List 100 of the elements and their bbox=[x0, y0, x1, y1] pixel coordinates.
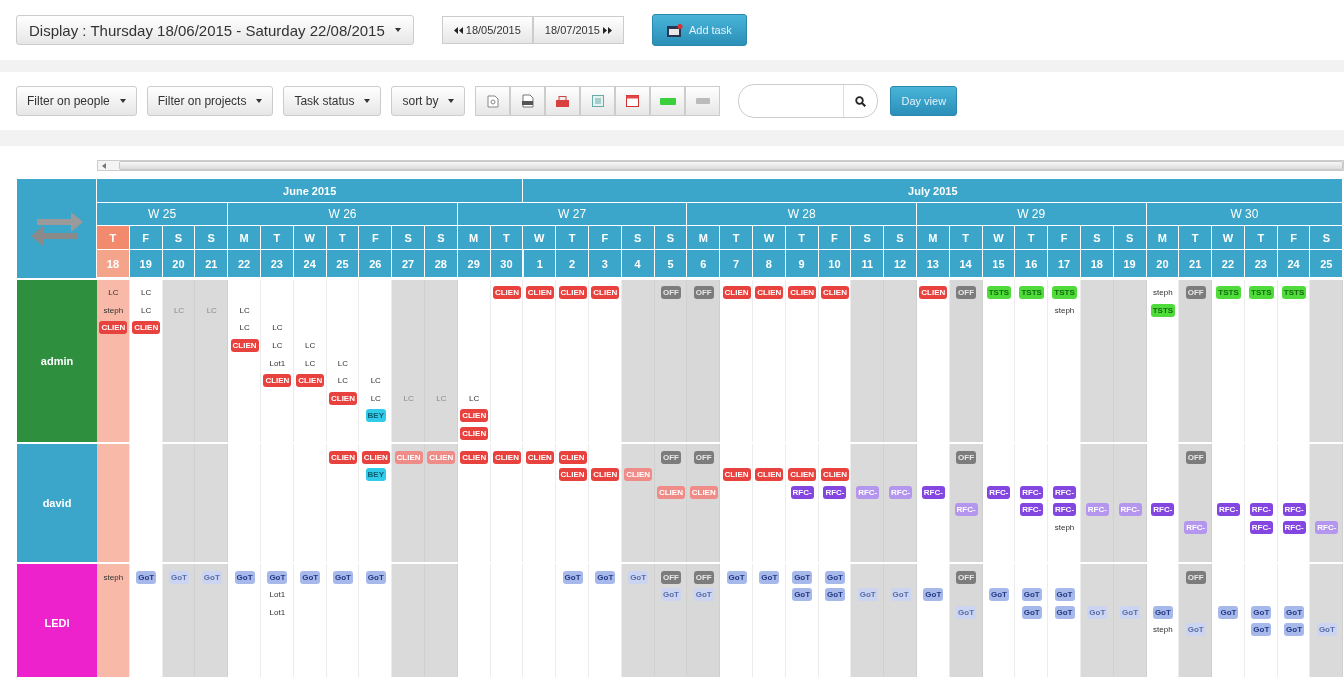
task-tag[interactable]: RFC- bbox=[954, 503, 978, 517]
next-date-button[interactable]: 18/07/2015 bbox=[532, 16, 624, 44]
task-text[interactable]: steph bbox=[1153, 286, 1173, 300]
task-tag[interactable]: TSTS bbox=[1052, 286, 1077, 300]
task-tag[interactable]: CLIEN bbox=[820, 468, 849, 482]
task-tag[interactable]: RFC- bbox=[1118, 503, 1142, 517]
display-dropdown[interactable]: Display : Thursday 18/06/2015 - Saturday 22/08/2015 bbox=[16, 15, 414, 45]
task-tag[interactable]: RFC- bbox=[1282, 503, 1306, 517]
off-tag[interactable]: OFF bbox=[956, 286, 977, 300]
swap-cell[interactable] bbox=[17, 179, 97, 278]
task-text[interactable]: LC bbox=[436, 391, 447, 405]
task-text[interactable]: LC bbox=[239, 303, 250, 317]
task-tag[interactable]: TSTS bbox=[1216, 286, 1241, 300]
task-text[interactable]: Lot1 bbox=[269, 356, 286, 370]
task-tag[interactable]: CLIEN bbox=[591, 468, 620, 482]
day-view-button[interactable]: Day view bbox=[890, 86, 958, 116]
weekday-header: S bbox=[884, 226, 917, 250]
horizontal-scrollbar[interactable] bbox=[97, 160, 1344, 171]
task-text[interactable]: LC bbox=[469, 391, 480, 405]
task-text[interactable]: LC bbox=[239, 321, 250, 335]
task-tag[interactable]: GoT bbox=[923, 588, 944, 602]
task-tag[interactable]: CLIEN bbox=[788, 286, 817, 300]
task-tag[interactable]: CLIEN bbox=[591, 286, 620, 300]
task-text[interactable]: Lot1 bbox=[269, 605, 286, 619]
task-tag[interactable]: RFC- bbox=[1282, 521, 1306, 534]
task-tag[interactable]: CLIEN bbox=[460, 427, 489, 441]
export-button[interactable] bbox=[545, 86, 581, 116]
task-text[interactable]: LC bbox=[370, 374, 381, 388]
date-header: 17 bbox=[1048, 250, 1081, 278]
weekday-header: S bbox=[392, 226, 425, 250]
task-text[interactable]: LC bbox=[305, 339, 316, 353]
export-button[interactable] bbox=[615, 86, 651, 116]
person-label[interactable]: david bbox=[17, 444, 97, 563]
task-tag[interactable]: RFC- bbox=[1085, 503, 1109, 517]
task-text[interactable]: LC bbox=[141, 286, 152, 300]
weekday-header: S bbox=[195, 226, 229, 250]
task-tag[interactable]: GoT bbox=[792, 588, 813, 602]
task-text[interactable]: steph bbox=[103, 570, 124, 584]
task-tag[interactable]: CLIEN bbox=[820, 286, 849, 300]
export-button[interactable] bbox=[510, 86, 546, 116]
task-text[interactable]: LC bbox=[337, 374, 349, 388]
task-tag[interactable]: GoT bbox=[1251, 623, 1272, 637]
task-text[interactable]: steph bbox=[103, 303, 124, 317]
person-label[interactable]: admin bbox=[17, 280, 97, 443]
task-tag[interactable]: GoT bbox=[1284, 623, 1305, 637]
task-tag[interactable]: RFC- bbox=[1052, 503, 1077, 517]
task-text[interactable]: LC bbox=[141, 303, 152, 317]
task-tag[interactable]: TSTS bbox=[1019, 286, 1044, 300]
task-tag[interactable]: CLIEN bbox=[558, 286, 587, 300]
task-tag[interactable]: CLIEN bbox=[263, 374, 292, 388]
task-tag[interactable]: CLIEN bbox=[525, 286, 554, 300]
filter-dropdown[interactable]: Task status bbox=[283, 86, 382, 116]
task-text[interactable]: LC bbox=[173, 303, 185, 317]
task-tag[interactable]: CLIEN bbox=[722, 286, 751, 300]
task-text[interactable]: steph bbox=[1054, 521, 1075, 534]
task-text[interactable]: LC bbox=[272, 339, 283, 353]
task-text[interactable]: steph bbox=[1153, 623, 1173, 637]
task-tag[interactable]: CLIEN bbox=[132, 321, 161, 335]
task-tag[interactable]: CLIEN bbox=[296, 374, 325, 388]
task-tag[interactable]: CLIEN bbox=[722, 468, 751, 482]
task-tag[interactable]: CLIEN bbox=[230, 339, 259, 353]
filter-dropdown[interactable]: sort by bbox=[391, 86, 466, 116]
task-tag[interactable]: RFC- bbox=[1249, 503, 1273, 517]
task-text[interactable]: Lot1 bbox=[269, 588, 286, 602]
search-field[interactable] bbox=[738, 84, 879, 118]
task-text[interactable]: LC bbox=[337, 356, 349, 370]
task-tag[interactable]: CLIEN bbox=[492, 286, 521, 300]
task-tag[interactable]: CLIEN bbox=[460, 409, 489, 423]
task-tag[interactable]: RFC- bbox=[1216, 503, 1241, 517]
previous-date-button[interactable]: 18/05/2015 bbox=[441, 16, 533, 44]
date-header: 27 bbox=[392, 250, 425, 278]
filter-dropdown[interactable]: Filter on projects bbox=[146, 86, 274, 116]
task-text[interactable]: LC bbox=[403, 391, 414, 405]
task-tag[interactable]: TSTS bbox=[1281, 286, 1307, 300]
task-tag[interactable]: RFC- bbox=[1020, 503, 1044, 517]
task-tag[interactable]: CLIEN bbox=[755, 286, 784, 300]
person-label[interactable]: LEDI bbox=[17, 564, 97, 677]
weekday-header: S bbox=[1113, 226, 1147, 250]
task-text[interactable]: LC bbox=[370, 391, 381, 405]
task-text[interactable]: LC bbox=[305, 356, 316, 370]
task-tag[interactable]: RFC- bbox=[1151, 503, 1175, 517]
date-header: 3 bbox=[588, 250, 622, 278]
task-text[interactable]: LC bbox=[272, 321, 283, 335]
task-tag[interactable]: CLIEN bbox=[755, 468, 784, 482]
task-tag[interactable]: CLIEN bbox=[788, 468, 817, 482]
week-header: W 25 bbox=[97, 203, 229, 226]
task-tag[interactable]: TSTS bbox=[1249, 286, 1274, 300]
filter-dropdown[interactable]: Filter on people bbox=[16, 86, 137, 116]
weekday-header: W bbox=[1212, 226, 1245, 250]
task-tag[interactable]: CLIEN bbox=[99, 321, 128, 335]
task-tag[interactable]: RFC- bbox=[1249, 521, 1273, 534]
task-tag[interactable]: CLIEN bbox=[624, 468, 653, 482]
task-tag[interactable]: TSTS bbox=[986, 286, 1012, 300]
task-tag[interactable]: CLIEN bbox=[558, 468, 587, 482]
task-tag[interactable]: RFC- bbox=[1184, 521, 1208, 534]
add-task-button[interactable]: Add task bbox=[651, 14, 747, 46]
task-text[interactable]: LC bbox=[108, 286, 119, 300]
task-text[interactable]: steph bbox=[1054, 303, 1075, 317]
task-tag[interactable]: CLIEN bbox=[919, 286, 948, 300]
task-tag[interactable]: RFC- bbox=[1315, 521, 1339, 534]
